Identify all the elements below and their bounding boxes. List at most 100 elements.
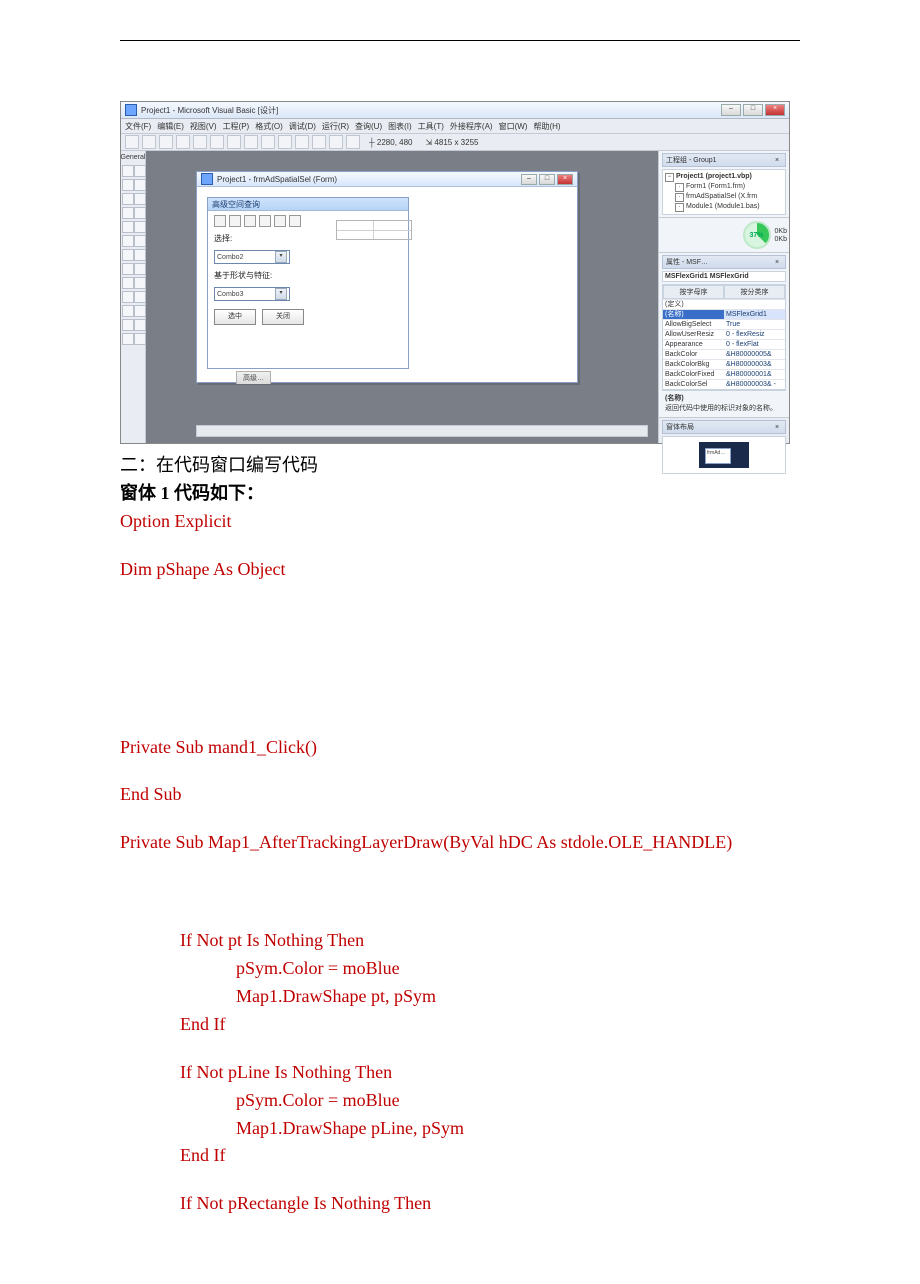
menu-project[interactable]: 工程(P) bbox=[223, 121, 250, 132]
tool-icon[interactable] bbox=[214, 215, 226, 227]
menu-tools[interactable]: 工具(T) bbox=[418, 121, 444, 132]
select-button[interactable]: 选中 bbox=[214, 309, 256, 325]
toolbar-button[interactable] bbox=[142, 135, 156, 149]
menu-edit[interactable]: 编辑(E) bbox=[157, 121, 184, 132]
toolbar-button[interactable] bbox=[278, 135, 292, 149]
toolbar-button[interactable] bbox=[261, 135, 275, 149]
form-preview[interactable]: frmAd… bbox=[705, 448, 731, 464]
menu-query[interactable]: 查询(U) bbox=[355, 121, 382, 132]
close-button[interactable]: 关闭 bbox=[262, 309, 304, 325]
toolbar-button[interactable] bbox=[312, 135, 326, 149]
hidden-tab[interactable]: 高级… bbox=[236, 371, 271, 384]
tool-drive[interactable] bbox=[134, 249, 146, 261]
tool-icon[interactable] bbox=[274, 215, 286, 227]
toolbar-button[interactable] bbox=[125, 135, 139, 149]
property-row[interactable]: BackColorBkg&H80000003& bbox=[663, 359, 785, 369]
tool-combo[interactable] bbox=[122, 221, 134, 233]
menubar: 文件(F) 编辑(E) 视图(V) 工程(P) 格式(O) 调试(D) 运行(R… bbox=[121, 119, 789, 134]
toolbar-button[interactable] bbox=[227, 135, 241, 149]
toolbar-button[interactable] bbox=[193, 135, 207, 149]
chevron-down-icon: ▾ bbox=[275, 288, 287, 300]
close-icon[interactable]: × bbox=[772, 424, 782, 431]
tool-list[interactable] bbox=[134, 221, 146, 233]
tool-custom[interactable] bbox=[134, 305, 146, 317]
property-row[interactable]: AllowBigSelectTrue bbox=[663, 319, 785, 329]
chevron-down-icon: ▾ bbox=[275, 251, 287, 263]
close-button[interactable]: × bbox=[765, 104, 785, 116]
tool-image[interactable] bbox=[122, 291, 134, 303]
design-form[interactable]: 高级空间查询 选择: C bbox=[207, 197, 409, 369]
tool-custom[interactable] bbox=[134, 333, 146, 345]
tool-custom[interactable] bbox=[122, 333, 134, 345]
selection-size: ⇲ 4815 x 3255 bbox=[425, 138, 478, 147]
tool-vscroll[interactable] bbox=[134, 235, 146, 247]
menu-debug[interactable]: 调试(D) bbox=[289, 121, 316, 132]
combo3[interactable]: Combo3▾ bbox=[214, 287, 290, 301]
property-row[interactable]: BackColorSel&H80000003& - bbox=[663, 379, 785, 389]
toolbar-button[interactable] bbox=[210, 135, 224, 149]
toolbar-button[interactable] bbox=[176, 135, 190, 149]
menu-addins[interactable]: 外接程序(A) bbox=[450, 121, 493, 132]
menu-format[interactable]: 格式(O) bbox=[255, 121, 283, 132]
tool-line[interactable] bbox=[134, 277, 146, 289]
tool-ole[interactable] bbox=[122, 305, 134, 317]
toolbar-button[interactable] bbox=[159, 135, 173, 149]
menu-file[interactable]: 文件(F) bbox=[125, 121, 151, 132]
tool-checkbox[interactable] bbox=[122, 207, 134, 219]
tool-dir[interactable] bbox=[122, 263, 134, 275]
close-icon[interactable]: × bbox=[772, 157, 782, 164]
tool-label[interactable] bbox=[122, 179, 134, 191]
tool-timer[interactable] bbox=[122, 249, 134, 261]
code-line: pSym.Color = moBlue bbox=[120, 955, 800, 983]
tool-pointer[interactable] bbox=[122, 165, 134, 177]
form-layout-window: 窗体布局× frmAd… bbox=[659, 418, 789, 476]
toolbar-button[interactable] bbox=[295, 135, 309, 149]
tab-category[interactable]: 按分类序 bbox=[724, 285, 785, 299]
maximize-button[interactable]: □ bbox=[743, 104, 763, 116]
combo2[interactable]: Combo2▾ bbox=[214, 250, 290, 264]
toolbar-button[interactable] bbox=[244, 135, 258, 149]
toolbar-button[interactable] bbox=[346, 135, 360, 149]
tool-picture[interactable] bbox=[134, 165, 146, 177]
form-designer-window[interactable]: Project1 - frmAdSpatialSel (Form) – □ × … bbox=[196, 171, 578, 383]
tool-data[interactable] bbox=[134, 291, 146, 303]
property-row[interactable]: BackColorFixed&H80000001& bbox=[663, 369, 785, 379]
menu-run[interactable]: 运行(R) bbox=[322, 121, 349, 132]
property-row[interactable]: AllowUserResiz0 - flexResiz bbox=[663, 329, 785, 339]
maximize-button[interactable]: □ bbox=[539, 174, 555, 185]
tool-file[interactable] bbox=[134, 263, 146, 275]
tab-alpha[interactable]: 按字母序 bbox=[663, 285, 724, 299]
close-button[interactable]: × bbox=[557, 174, 573, 185]
menu-diagram[interactable]: 图表(I) bbox=[388, 121, 412, 132]
tool-icon[interactable] bbox=[244, 215, 256, 227]
menu-view[interactable]: 视图(V) bbox=[190, 121, 217, 132]
gauge-icon: 37% bbox=[743, 221, 771, 249]
tool-hscroll[interactable] bbox=[122, 235, 134, 247]
tool-frame[interactable] bbox=[122, 193, 134, 205]
object-selector[interactable]: MSFlexGrid1 MSFlexGrid bbox=[662, 271, 786, 282]
minimize-button[interactable]: – bbox=[521, 174, 537, 185]
property-row[interactable]: Appearance0 - flexFlat bbox=[663, 339, 785, 349]
minimize-button[interactable]: – bbox=[721, 104, 741, 116]
menu-help[interactable]: 帮助(H) bbox=[533, 121, 560, 132]
close-icon[interactable]: × bbox=[772, 259, 782, 266]
property-row[interactable]: (名称)MSFlexGrid1 bbox=[663, 309, 785, 319]
tool-custom[interactable] bbox=[122, 319, 134, 331]
tool-shape[interactable] bbox=[122, 277, 134, 289]
tool-button[interactable] bbox=[134, 193, 146, 205]
tool-textbox[interactable] bbox=[134, 179, 146, 191]
tool-icon[interactable] bbox=[229, 215, 241, 227]
msflexgrid-control[interactable] bbox=[336, 220, 412, 240]
panel-title: 工程组 - Group1 bbox=[666, 155, 717, 165]
toolbar-button[interactable] bbox=[329, 135, 343, 149]
menu-window[interactable]: 窗口(W) bbox=[499, 121, 528, 132]
tool-custom[interactable] bbox=[134, 319, 146, 331]
screen-preview[interactable]: frmAd… bbox=[699, 442, 749, 468]
tool-icon[interactable] bbox=[289, 215, 301, 227]
horizontal-scrollbar[interactable] bbox=[196, 425, 648, 437]
tool-icon[interactable] bbox=[259, 215, 271, 227]
project-tree[interactable]: −Project1 (project1.vbp) ·Form1 (Form1.f… bbox=[662, 169, 786, 215]
property-row[interactable]: BackColor&H80000005& bbox=[663, 349, 785, 359]
label-shape: 基于形状与特征: bbox=[214, 270, 402, 281]
tool-option[interactable] bbox=[134, 207, 146, 219]
